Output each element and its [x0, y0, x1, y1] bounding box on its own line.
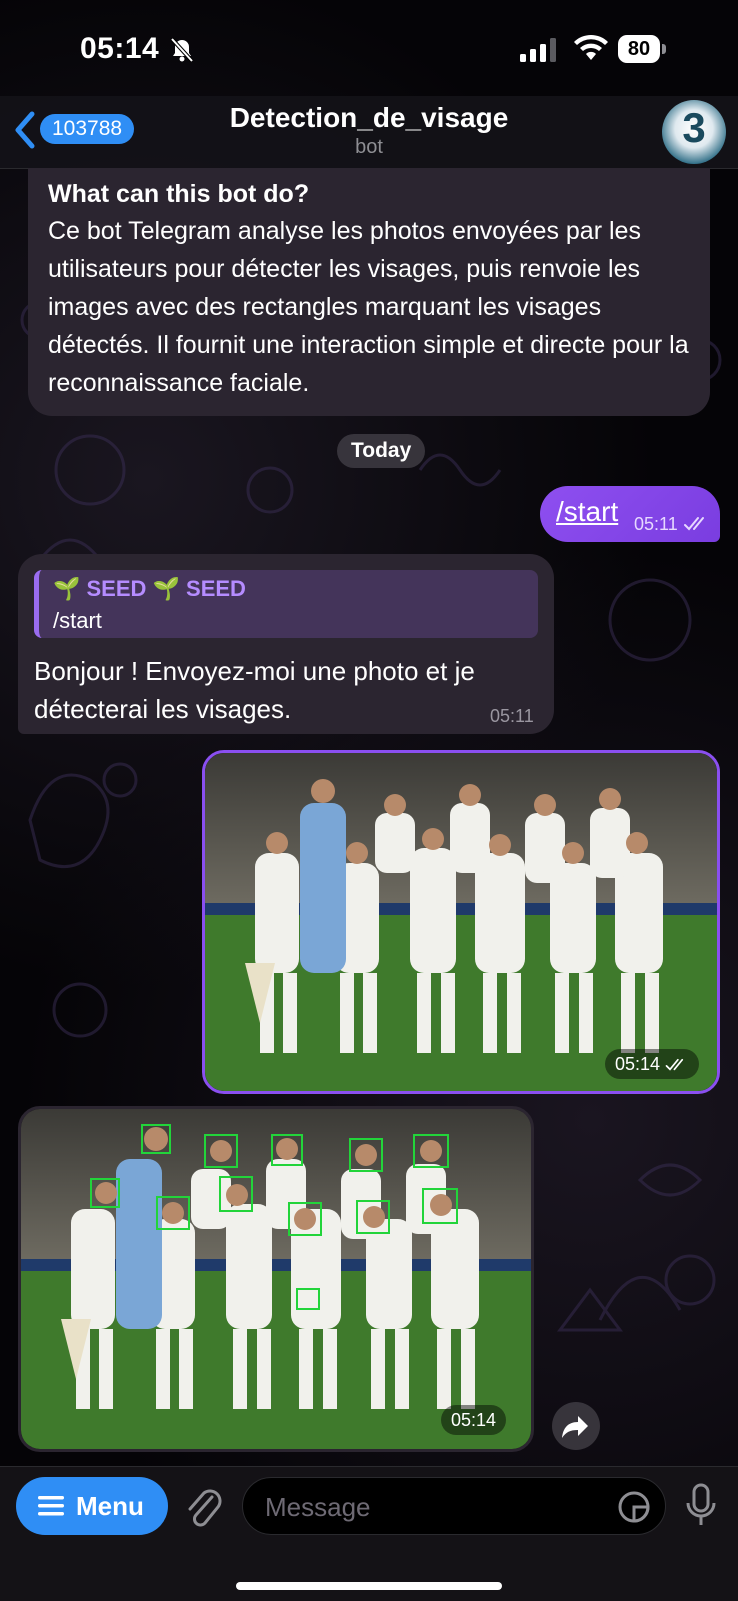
checkmarks-icon: [665, 1059, 684, 1071]
menu-icon: [38, 1496, 64, 1516]
message-text: Bonjour ! Envoyez-moi une photo et je dé…: [34, 656, 475, 724]
signal-icon: [520, 38, 556, 62]
bot-info-bubble: What can this bot do? Ce bot Telegram an…: [28, 168, 710, 416]
home-indicator[interactable]: [236, 1582, 502, 1590]
menu-button[interactable]: Menu: [16, 1477, 168, 1535]
date-separator: Today: [337, 434, 426, 468]
outgoing-message-start[interactable]: /start 05:11: [540, 486, 720, 542]
quote-sender: 🌱 SEED 🌱 SEED: [53, 576, 246, 601]
message-time: 05:11: [490, 706, 534, 726]
microphone-icon[interactable]: [684, 1483, 718, 1527]
sticker-icon[interactable]: [617, 1490, 651, 1524]
battery-indicator: 80: [618, 35, 666, 63]
outgoing-photo-message[interactable]: 05:14: [202, 750, 720, 1094]
message-time: 05:14: [615, 1054, 661, 1074]
message-time: 05:14: [451, 1410, 497, 1430]
command-link[interactable]: /start: [556, 496, 618, 528]
reply-quote[interactable]: 🌱 SEED 🌱 SEED /start: [34, 570, 538, 638]
chat-title[interactable]: Detection_de_visage: [0, 102, 738, 134]
photo-time: 05:14: [441, 1405, 507, 1435]
paperclip-icon[interactable]: [184, 1485, 224, 1529]
message-placeholder: Message: [265, 1492, 371, 1522]
message-input[interactable]: Message: [242, 1477, 666, 1535]
incoming-message-reply[interactable]: 🌱 SEED 🌱 SEED /start Bonjour ! Envoyez-m…: [18, 554, 554, 734]
bell-slash-icon: [170, 37, 194, 63]
chat-header: 103788 Detection_de_visage bot 3: [0, 96, 738, 169]
share-icon: [562, 1416, 588, 1438]
battery-tip: [662, 44, 666, 54]
menu-label: Menu: [76, 1491, 144, 1521]
wifi-icon: [574, 34, 608, 60]
bot-info-text: Ce bot Telegram analyse les photos envoy…: [48, 217, 689, 397]
checkmarks-icon: [684, 517, 704, 531]
avatar-logo-icon: 3: [682, 104, 706, 151]
photo-time: 05:14: [605, 1049, 700, 1079]
battery-level: 80: [618, 35, 660, 63]
quote-text: /start: [53, 608, 102, 633]
status-time: 05:14: [80, 32, 160, 65]
team-photo: [205, 753, 717, 1091]
share-button[interactable]: [552, 1402, 600, 1450]
bot-avatar[interactable]: 3: [662, 100, 726, 164]
chat-subtitle: bot: [355, 136, 383, 158]
status-bar: 05:14 80: [0, 0, 738, 100]
incoming-photo-message[interactable]: 05:14: [18, 1106, 534, 1452]
team-photo-detected-faces: [21, 1109, 531, 1449]
message-time: 05:11: [634, 514, 678, 534]
input-bar: Menu Message: [0, 1466, 738, 1601]
bot-info-title: What can this bot do?: [48, 180, 310, 208]
